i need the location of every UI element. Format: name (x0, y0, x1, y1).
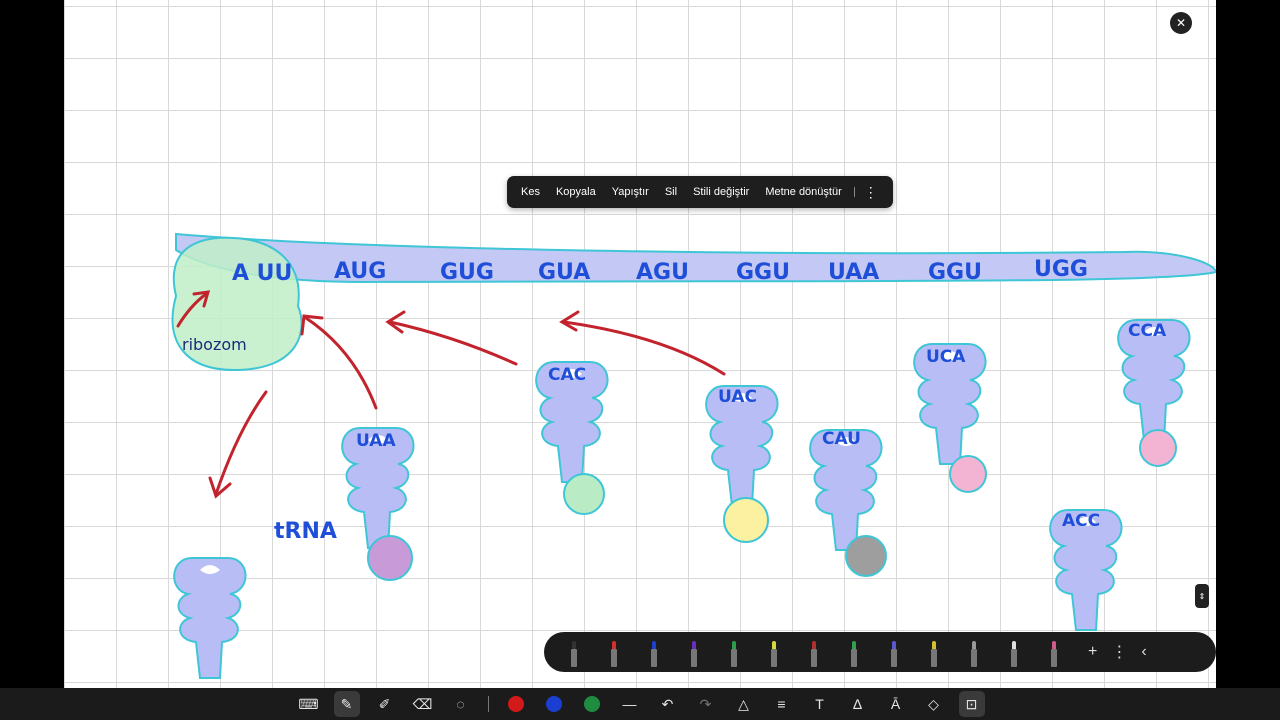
shapes-icon[interactable]: ◇ (921, 691, 947, 717)
menu-cut[interactable]: Kes (513, 186, 548, 198)
anticodon-4: CAU (822, 429, 861, 449)
undo-icon[interactable]: ↶ (655, 691, 681, 717)
pen-tray: + ⋮ ‹ (544, 632, 1216, 672)
amino-acid-pink-1 (949, 455, 987, 493)
pen-body (571, 649, 577, 667)
codon-3: GUG (440, 260, 494, 285)
menu-copy[interactable]: Kopyala (548, 186, 604, 198)
pen-1[interactable] (569, 637, 579, 667)
pen-body (891, 649, 897, 667)
anticodon-7: CCA (1128, 321, 1167, 341)
note-canvas[interactable]: A UU AUG GUG GUA AGU GGU UAA GGU UGG rib… (64, 0, 1216, 688)
pen-body (1011, 649, 1017, 667)
bottom-toolbar: ⌨ ✎ ✐ ⌫ ◌ — ↶ ↷ △ ≡ T ∆ Ā ◇ ⊡ (0, 688, 1280, 720)
pen-11[interactable] (969, 637, 979, 667)
green-swatch (583, 696, 600, 712)
redo-icon[interactable]: ↷ (693, 691, 719, 717)
pen-2[interactable] (609, 637, 619, 667)
codon-8: GGU (928, 260, 982, 285)
codon-6: GGU (736, 260, 790, 285)
stroke-width-icon[interactable]: — (617, 691, 643, 717)
text-convert-icon[interactable]: Ā (883, 691, 909, 717)
more-options-icon[interactable]: ⋮ (859, 184, 883, 201)
collapse-tray-icon[interactable]: ‹ (1141, 643, 1146, 661)
pen-body (1051, 649, 1057, 667)
pin-icon[interactable]: ✕ (1170, 12, 1192, 34)
handwritten-drawing: A UU AUG GUG GUA AGU GGU UAA GGU UGG rib… (171, 232, 1216, 679)
menu-divider (853, 187, 855, 197)
ink-tool-icon[interactable]: ∆ (845, 691, 871, 717)
color-blue[interactable] (541, 691, 567, 717)
lasso-icon[interactable]: ◌ (448, 691, 474, 717)
keyboard-icon[interactable]: ⌨ (296, 691, 322, 717)
shape-tool-icon[interactable]: △ (731, 691, 757, 717)
codon-1: A UU (232, 261, 292, 286)
anticodon-2: CAC (548, 365, 586, 385)
amino-acid-pink-2 (1139, 429, 1177, 467)
codon-5: AGU (636, 260, 689, 285)
pen-body (971, 649, 977, 667)
menu-delete[interactable]: Sil (657, 186, 685, 198)
pen-10[interactable] (929, 637, 939, 667)
amino-acid-yellow (723, 497, 769, 543)
trna-empty (173, 557, 247, 679)
pen-12[interactable] (1009, 637, 1019, 667)
pen-13[interactable] (1049, 637, 1059, 667)
codon-9: UGG (1034, 257, 1088, 282)
pen-8[interactable] (849, 637, 859, 667)
pen-body (651, 649, 657, 667)
add-pen-icon[interactable]: + (1088, 643, 1097, 661)
color-red[interactable] (503, 691, 529, 717)
menu-paste[interactable]: Yapıştır (604, 186, 657, 198)
highlighter-icon[interactable]: ✐ (372, 691, 398, 717)
menu-change-style[interactable]: Stili değiştir (685, 186, 757, 198)
pen-3[interactable] (649, 637, 659, 667)
trna-label: tRNA (274, 519, 337, 544)
amino-acid-purple (367, 535, 413, 581)
ribosome-label: ribozom (182, 335, 247, 354)
pen-7[interactable] (809, 637, 819, 667)
pen-5[interactable] (729, 637, 739, 667)
codon-2: AUG (334, 259, 386, 284)
anticodon-6: ACC (1062, 511, 1100, 531)
pen-body (611, 649, 617, 667)
blue-swatch (545, 696, 562, 712)
red-swatch (507, 696, 524, 712)
amino-acid-gray (845, 535, 887, 577)
pen-body (931, 649, 937, 667)
codon-7: UAA (828, 260, 879, 285)
text-align-icon[interactable]: ≡ (769, 691, 795, 717)
text-tool-icon[interactable]: T (807, 691, 833, 717)
pen-4[interactable] (689, 637, 699, 667)
pen-6[interactable] (769, 637, 779, 667)
context-menu: Kes Kopyala Yapıştır Sil Stili değiştir … (507, 176, 893, 208)
eraser-icon[interactable]: ⌫ (410, 691, 436, 717)
amino-acid-green (563, 473, 605, 515)
lock-icon[interactable]: ⊡ (958, 691, 985, 717)
pen-9[interactable] (889, 637, 899, 667)
anticodon-1: UAA (356, 431, 396, 451)
pen-list (554, 637, 1074, 667)
pen-body (811, 649, 817, 667)
color-green[interactable] (579, 691, 605, 717)
pen-body (691, 649, 697, 667)
toolbar-divider (487, 696, 489, 712)
anticodon-5: UCA (926, 347, 966, 367)
scroll-handle[interactable]: ⇕ (1195, 584, 1209, 608)
codon-4: GUA (538, 260, 590, 285)
menu-convert-to-text[interactable]: Metne dönüştür (757, 186, 849, 198)
tray-more-icon[interactable]: ⋮ (1111, 642, 1127, 662)
pen-body (771, 649, 777, 667)
pen-body (731, 649, 737, 667)
pen-body (851, 649, 857, 667)
anticodon-3: UAC (718, 387, 757, 407)
pen-tool-icon[interactable]: ✎ (333, 691, 360, 717)
